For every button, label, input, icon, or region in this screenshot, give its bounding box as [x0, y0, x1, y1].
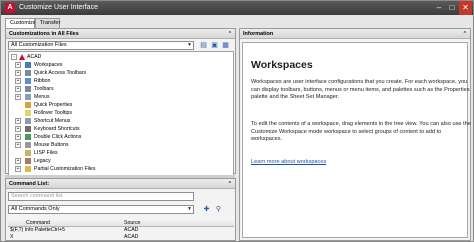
preview-icon[interactable]: ▦: [221, 41, 230, 50]
tree-node-label: Shortcut Menus: [34, 118, 71, 124]
toolbar-icon: [25, 86, 31, 92]
find-icon[interactable]: ⚲: [214, 205, 223, 214]
column-source[interactable]: Source: [124, 219, 140, 227]
info-paragraph: To edit the contents of a workspace, dra…: [251, 121, 471, 143]
customizations-title: Customizations in All Files: [9, 31, 79, 37]
tree-node-label: Quick Properties: [34, 102, 73, 108]
tree-node-label: Double Click Actions: [34, 134, 82, 140]
title-bar: A Customize User Interface – □ ✕: [1, 1, 473, 15]
tree-node-label: Partial Customization Files: [34, 166, 96, 172]
table-row[interactable]: X ACAD: [8, 234, 234, 241]
tree-node-label: Rollover Tooltips: [34, 110, 72, 116]
expand-node-icon[interactable]: +: [15, 134, 21, 140]
expand-node-icon[interactable]: +: [15, 126, 21, 132]
command-grid-header: Command Source: [8, 219, 234, 227]
table-row[interactable]: $(F,?) Info PaletteCtrl+5 ACAD: [8, 227, 234, 234]
customize-ui-window: A Customize User Interface – □ ✕ Customi…: [0, 0, 474, 242]
customization-file-value: All Customization Files: [11, 42, 67, 48]
information-pane: Information ⌃ Workspaces Workspaces are …: [239, 28, 471, 241]
info-heading: Workspaces: [251, 59, 313, 71]
menu-icon: [25, 118, 31, 124]
expand-node-icon[interactable]: +: [15, 94, 21, 100]
close-icon[interactable]: ✕: [459, 1, 472, 15]
tree-node-label: Workspaces: [34, 62, 63, 68]
tree-node-label: Keyboard Shortcuts: [34, 126, 80, 132]
source-cell: ACAD: [124, 227, 139, 233]
tree-node-label: Legacy: [34, 158, 51, 164]
expand-node-icon[interactable]: +: [15, 158, 21, 164]
command-search-input[interactable]: Search command list: [8, 192, 194, 201]
maximize-icon[interactable]: □: [446, 1, 458, 15]
information-body: Workspaces Workspaces are user interface…: [242, 42, 471, 238]
column-command[interactable]: Command: [26, 219, 50, 227]
menu-icon: [25, 94, 31, 100]
tree-node-label: Menus: [34, 94, 50, 100]
tree-node-label: Mouse Buttons: [34, 142, 69, 148]
collapse-icon[interactable]: ⌃: [463, 29, 467, 39]
expand-node-icon[interactable]: +: [15, 142, 21, 148]
customization-file-select[interactable]: All Customization Files ▼: [8, 41, 194, 50]
expand-node-icon[interactable]: +: [15, 70, 21, 76]
collapse-icon[interactable]: ⌃: [228, 29, 232, 39]
tree-node-label: Ribbon: [34, 78, 51, 84]
customizations-header: Customizations in All Files ⌃: [6, 29, 235, 39]
tree-node-label: ACAD: [27, 54, 42, 60]
expand-node-icon[interactable]: +: [15, 78, 21, 84]
properties-icon: [25, 102, 31, 108]
mouse-icon: [25, 142, 31, 148]
command-filter-select[interactable]: All Commands Only ▼: [8, 205, 194, 214]
information-title-label: Information: [243, 31, 274, 37]
folder-icon: [25, 166, 31, 172]
expand-node-icon[interactable]: +: [15, 118, 21, 124]
lisp-icon: [25, 150, 31, 156]
customizations-pane: Customizations in All Files ⌃ All Custom…: [5, 28, 236, 198]
chevron-down-icon: ▼: [187, 206, 192, 212]
tree-node-label: Toolbars: [34, 86, 54, 92]
keyboard-icon: [25, 126, 31, 132]
tab-customize[interactable]: Customize: [5, 18, 36, 28]
command-list-header: Command List: ⌃: [6, 179, 235, 189]
legacy-icon: [25, 158, 31, 164]
expand-node-icon[interactable]: +: [15, 86, 21, 92]
chevron-down-icon: ▼: [187, 42, 192, 48]
new-command-icon[interactable]: ✚: [202, 205, 211, 214]
click-icon: [25, 134, 31, 140]
info-paragraph: Workspaces are user interface configurat…: [251, 79, 470, 101]
acad-icon: [19, 54, 25, 60]
expand-node-icon[interactable]: +: [15, 62, 21, 68]
learn-more-link[interactable]: Learn more about workspaces: [251, 159, 326, 165]
command-cell: X: [10, 234, 14, 240]
tooltip-icon: [25, 110, 31, 116]
open-file-icon[interactable]: ▤: [199, 41, 208, 50]
collapse-icon[interactable]: ⌃: [228, 179, 232, 189]
window-title: Customize User Interface: [19, 4, 98, 11]
source-cell: ACAD: [124, 234, 139, 240]
save-icon[interactable]: ▣: [210, 41, 219, 50]
tab-transfer[interactable]: Transfer: [35, 18, 60, 28]
command-list-pane: Command List: ⌃ Search command list All …: [5, 178, 236, 241]
command-filter-value: All Commands Only: [11, 206, 60, 212]
command-cell: $(F,?) Info PaletteCtrl+5: [10, 227, 65, 233]
collapse-node-icon[interactable]: -: [11, 54, 17, 60]
expand-node-icon[interactable]: +: [15, 166, 21, 172]
minimize-icon[interactable]: –: [433, 1, 445, 15]
command-list-title: Command List:: [9, 181, 50, 187]
tree-node-label: LISP Files: [34, 150, 58, 156]
tree-node-label: Quick Access Toolbars: [34, 70, 87, 76]
workspace-icon: [25, 62, 31, 68]
information-header: Information ⌃: [240, 29, 470, 39]
ribbon-icon: [25, 78, 31, 84]
toolbar-icon: [25, 70, 31, 76]
autocad-icon: A: [5, 3, 15, 13]
